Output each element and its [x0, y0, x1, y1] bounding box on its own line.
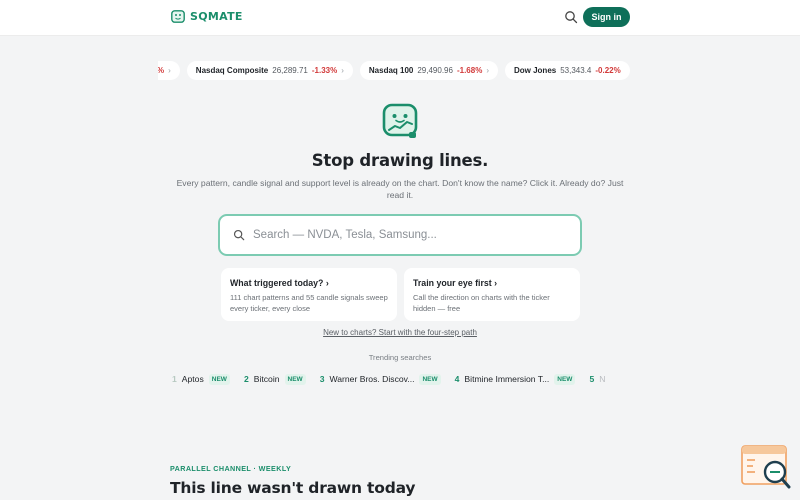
section-tag: PARALLEL CHANNEL · WEEKLY	[170, 464, 292, 473]
ticker-name: Dow Jones	[513, 66, 557, 75]
chevron-right-icon: ›	[486, 66, 489, 75]
sqmate-logo-icon	[171, 10, 185, 23]
hero-title: Stop drawing lines.	[311, 151, 489, 170]
chevron-right-icon: ›	[168, 66, 171, 75]
trending-rank: 4	[454, 374, 460, 384]
card-description: Call the direction on charts with the ti…	[413, 293, 550, 313]
card-description: 111 chart patterns and 55 candle signals…	[230, 293, 388, 313]
top-header: SQMATE Sign in	[0, 0, 800, 36]
trending-item[interactable]: 5 N	[589, 371, 605, 387]
brand-name: SQMATE	[190, 10, 243, 23]
ticker-price: 29,490.96	[417, 66, 453, 75]
chevron-right-icon: ›	[325, 278, 329, 288]
card-title: What triggered today? ›	[230, 278, 329, 288]
brand-logo[interactable]: SQMATE	[171, 10, 243, 23]
trending-rank: 3	[319, 374, 325, 384]
search-icon[interactable]	[564, 10, 578, 24]
ticker-item[interactable]: % ›	[158, 61, 180, 80]
trending-searches: 1 Aptos NEW 2 Bitcoin NEW 3 Warner Bros.…	[170, 371, 630, 387]
trending-name: N	[599, 374, 606, 384]
trending-rank: 2	[243, 374, 249, 384]
ticker-name: Nasdaq Composite	[195, 66, 269, 75]
ticker-name: Nasdaq 100	[368, 66, 414, 75]
trending-label: Trending searches	[368, 353, 432, 362]
chevron-right-icon: ›	[341, 66, 344, 75]
ticker-price: 26,289.71	[272, 66, 308, 75]
search-input[interactable]	[253, 229, 553, 241]
chart-search-widget-icon[interactable]	[741, 445, 791, 489]
hero-subtitle: Every pattern, candle signal and support…	[176, 178, 624, 200]
mascot-chart-icon	[382, 103, 418, 138]
new-badge: NEW	[554, 373, 576, 385]
ticker-change: %	[158, 66, 164, 75]
ticker-change: -0.22%	[595, 66, 621, 75]
chevron-right-icon: ›	[494, 278, 498, 288]
trending-item[interactable]: 2 Bitcoin NEW	[244, 371, 306, 387]
new-badge: NEW	[208, 373, 230, 385]
sign-in-button[interactable]: Sign in	[583, 7, 630, 27]
trending-name: Warner Bros. Discov...	[329, 374, 415, 384]
section-title: This line wasn't drawn today	[170, 479, 416, 497]
ticker-item[interactable]: Nasdaq 100 29,490.96 -1.68% ›	[359, 61, 498, 80]
trending-name: Bitmine Immersion T...	[464, 374, 550, 384]
search-icon	[233, 229, 245, 241]
ticker-item[interactable]: Dow Jones 53,343.4 -0.22%	[504, 61, 630, 80]
trending-rank: 1	[172, 374, 177, 384]
trending-item[interactable]: 1 Aptos NEW	[172, 371, 230, 387]
trending-name: Aptos	[181, 374, 204, 384]
ticker-item[interactable]: Nasdaq Composite 26,289.71 -1.33% ›	[186, 61, 353, 80]
new-badge: NEW	[284, 373, 306, 385]
four-step-path-link[interactable]: New to charts? Start with the four-step …	[0, 328, 800, 337]
card-title: Train your eye first ›	[413, 278, 498, 288]
ticker-change: -1.68%	[456, 66, 483, 75]
trending-item[interactable]: 4 Bitmine Immersion T... NEW	[455, 371, 576, 387]
new-badge: NEW	[419, 373, 441, 385]
card-triggered-today[interactable]: What triggered today? › 111 chart patter…	[221, 268, 397, 321]
trending-item[interactable]: 3 Warner Bros. Discov... NEW	[320, 371, 441, 387]
ticker-price: 53,343.4	[560, 66, 592, 75]
market-ticker: % › Nasdaq Composite 26,289.71 -1.33% › …	[158, 61, 640, 80]
search-bar[interactable]	[218, 214, 582, 256]
card-train-your-eye[interactable]: Train your eye first › Call the directio…	[404, 268, 580, 321]
trending-rank: 5	[589, 374, 595, 384]
trending-name: Bitcoin	[253, 374, 280, 384]
ticker-change: -1.33%	[311, 66, 338, 75]
